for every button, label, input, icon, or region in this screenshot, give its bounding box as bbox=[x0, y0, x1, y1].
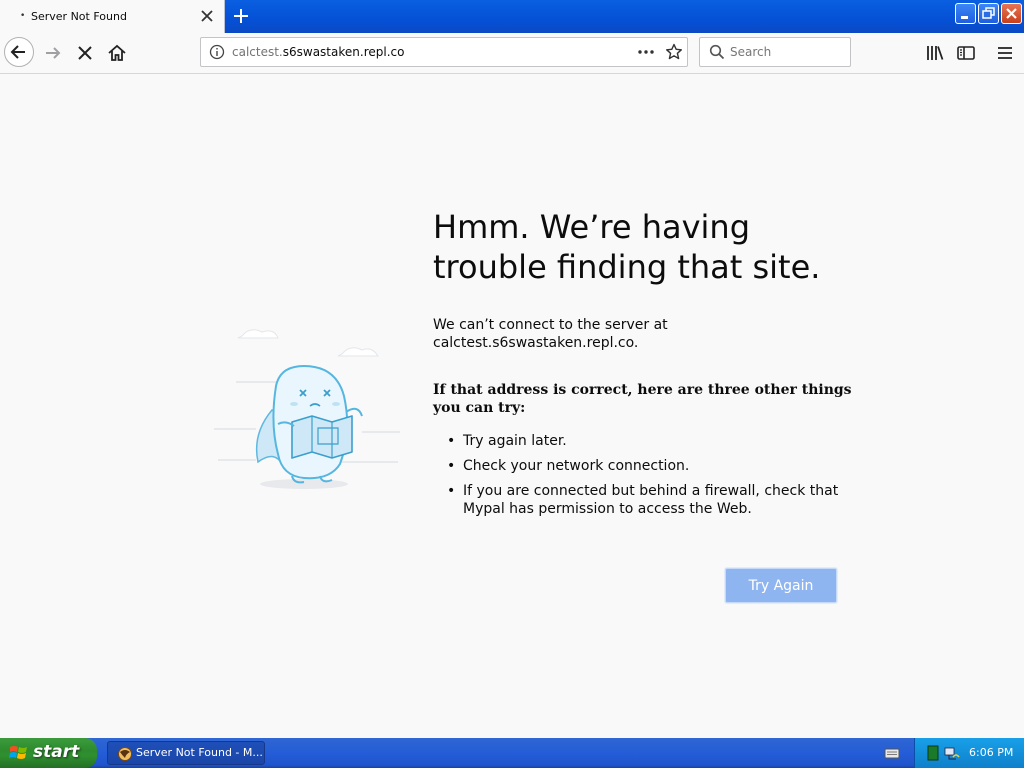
error-title: Hmm. We’re having trouble finding that s… bbox=[433, 208, 821, 286]
suggestion-item: Check your network connection. bbox=[433, 457, 853, 475]
network-icon[interactable] bbox=[944, 745, 960, 761]
clock: 6:06 PM bbox=[969, 746, 1014, 759]
suggestions-heading: If that address is correct, here are thr… bbox=[433, 382, 852, 416]
taskbar-window-item[interactable]: Server Not Found - M... bbox=[107, 741, 265, 765]
sidebar-icon[interactable] bbox=[955, 42, 977, 64]
start-label: start bbox=[33, 742, 80, 762]
page-actions-icon[interactable] bbox=[637, 45, 655, 59]
search-input[interactable] bbox=[730, 44, 840, 60]
start-button[interactable]: start bbox=[0, 738, 97, 768]
window-close-button[interactable] bbox=[1001, 3, 1022, 24]
error-desc-line2: calctest.s6swastaken.repl.co. bbox=[433, 335, 639, 351]
tab-strip: • Server Not Found bbox=[0, 0, 1024, 33]
error-description: We can’t connect to the server at calcte… bbox=[433, 316, 813, 352]
close-icon bbox=[1006, 8, 1017, 19]
tab-loading-dot: • bbox=[20, 11, 26, 21]
browser-app-icon bbox=[118, 747, 132, 761]
system-tray: 6:06 PM bbox=[914, 738, 1024, 768]
window-restore-button[interactable] bbox=[978, 3, 999, 24]
suggestions-list: Try again later. Check your network conn… bbox=[433, 432, 853, 525]
tab-active[interactable]: • Server Not Found bbox=[0, 0, 225, 33]
taskbar-window-label: Server Not Found - M... bbox=[136, 746, 263, 759]
error-desc-line1: We can’t connect to the server at bbox=[433, 317, 668, 333]
restore-icon bbox=[982, 7, 995, 19]
url-bar[interactable]: calctest.s6swastaken.repl.co bbox=[200, 37, 688, 67]
menu-hamburger-icon[interactable] bbox=[994, 42, 1016, 64]
site-info-icon[interactable] bbox=[209, 44, 225, 60]
search-bar[interactable] bbox=[699, 37, 851, 67]
minimize-icon bbox=[961, 16, 968, 19]
search-icon bbox=[709, 44, 725, 60]
url-host: calctest. bbox=[232, 45, 283, 59]
taskbar: start Server Not Found - M... 6:06 PM bbox=[0, 738, 1024, 768]
tab-close-icon[interactable] bbox=[198, 7, 216, 25]
back-arrow-icon bbox=[10, 45, 25, 59]
new-tab-icon[interactable] bbox=[231, 6, 251, 26]
home-icon[interactable] bbox=[106, 42, 128, 64]
tab-title: Server Not Found bbox=[31, 10, 127, 23]
bookmark-star-icon[interactable] bbox=[665, 43, 683, 61]
library-icon[interactable] bbox=[924, 42, 946, 64]
nav-bar: calctest.s6swastaken.repl.co bbox=[0, 33, 1024, 74]
url-text[interactable]: calctest.s6swastaken.repl.co bbox=[232, 45, 404, 59]
window-minimize-button[interactable] bbox=[955, 3, 976, 24]
keyboard-icon[interactable] bbox=[884, 746, 900, 760]
windows-flag-icon bbox=[9, 746, 27, 759]
url-domain: s6swastaken.repl.co bbox=[282, 45, 405, 59]
stop-icon[interactable] bbox=[74, 42, 96, 64]
back-button[interactable] bbox=[4, 37, 34, 67]
try-again-button[interactable]: Try Again bbox=[725, 568, 837, 603]
suggestion-item: Try again later. bbox=[433, 432, 853, 450]
suggestion-item: If you are connected but behind a firewa… bbox=[433, 482, 853, 518]
page-content: Hmm. We’re having trouble finding that s… bbox=[0, 74, 1024, 738]
error-illustration bbox=[214, 329, 400, 489]
tray-app-icon[interactable] bbox=[926, 745, 940, 761]
forward-arrow-icon[interactable] bbox=[42, 42, 64, 64]
